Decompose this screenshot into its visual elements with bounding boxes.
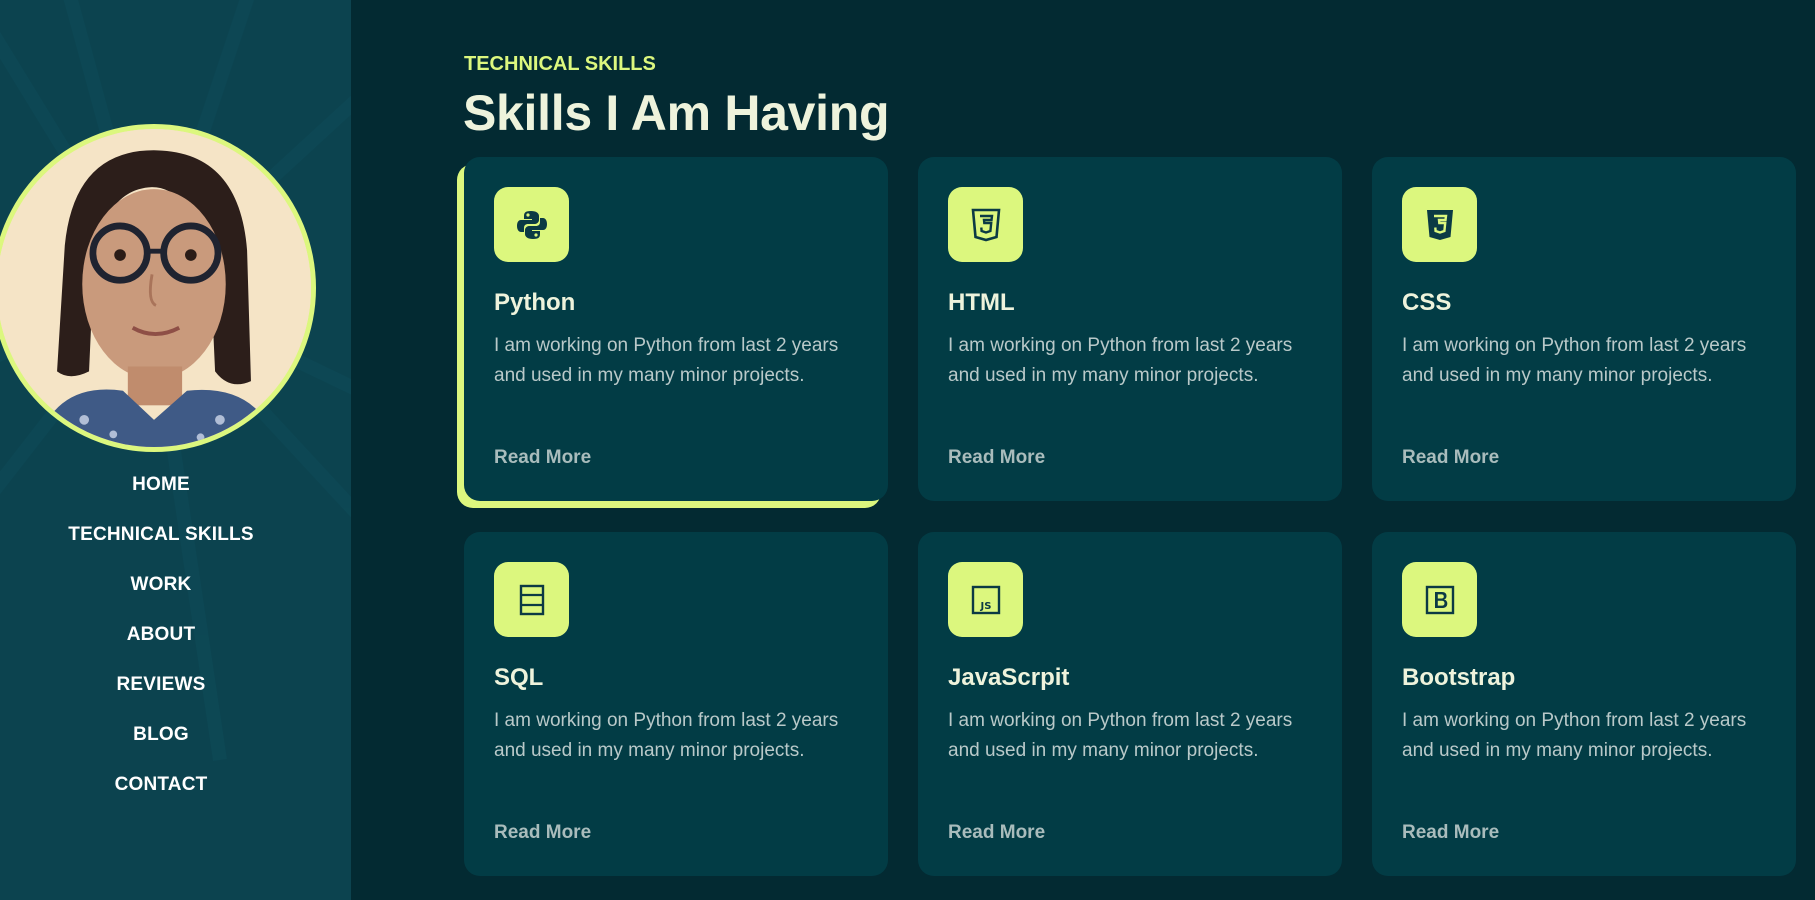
read-more-link[interactable]: Read More xyxy=(494,822,591,844)
javascript-icon: JS xyxy=(948,562,1023,637)
skill-card-title: JavaScrpit xyxy=(948,664,1070,691)
read-more-link[interactable]: Read More xyxy=(1402,447,1499,469)
skill-card-html[interactable]: HTML I am working on Python from last 2 … xyxy=(918,157,1342,501)
read-more-link[interactable]: Read More xyxy=(494,447,591,469)
section-eyebrow: TECHNICAL SKILLS xyxy=(464,53,656,75)
skill-card-sql[interactable]: SQL I am working on Python from last 2 y… xyxy=(464,532,888,876)
database-icon xyxy=(494,562,569,637)
nav-reviews[interactable]: REVIEWS xyxy=(0,662,322,712)
skill-card-css[interactable]: CSS I am working on Python from last 2 y… xyxy=(1372,157,1796,501)
skill-card-python[interactable]: Python I am working on Python from last … xyxy=(464,157,888,501)
html5-icon xyxy=(948,187,1023,262)
skill-card-title: HTML xyxy=(948,289,1015,316)
skill-card-description: I am working on Python from last 2 years… xyxy=(948,335,1293,386)
skill-card-description: I am working on Python from last 2 years… xyxy=(948,710,1293,761)
skill-card-title: Bootstrap xyxy=(1402,664,1516,691)
portfolio-page: HOME TECHNICAL SKILLS WORK ABOUT REVIEWS… xyxy=(0,0,1815,900)
python-icon xyxy=(494,187,569,262)
css3-icon xyxy=(1402,187,1477,262)
read-more-link[interactable]: Read More xyxy=(1402,822,1499,844)
bootstrap-icon xyxy=(1402,562,1477,637)
skill-card-title: Python xyxy=(494,289,576,316)
nav-about[interactable]: ABOUT xyxy=(0,612,322,662)
skill-card-title: CSS xyxy=(1402,289,1452,316)
skill-card-description: I am working on Python from last 2 years… xyxy=(494,335,839,386)
nav-blog[interactable]: BLOG xyxy=(0,712,322,762)
main-navigation: HOME TECHNICAL SKILLS WORK ABOUT REVIEWS… xyxy=(0,462,322,812)
nav-contact[interactable]: CONTACT xyxy=(0,762,322,812)
nav-technical-skills[interactable]: TECHNICAL SKILLS xyxy=(0,512,322,562)
read-more-link[interactable]: Read More xyxy=(948,447,1045,469)
skill-card-javascript[interactable]: JS JavaScrpit I am working on Python fro… xyxy=(918,532,1342,876)
svg-text:JS: JS xyxy=(979,601,991,612)
nav-work[interactable]: WORK xyxy=(0,562,322,612)
skill-card-description: I am working on Python from last 2 years… xyxy=(1402,710,1747,761)
skill-card-description: I am working on Python from last 2 years… xyxy=(494,710,839,761)
section-title: Skills I Am Having xyxy=(463,85,890,141)
sidebar: HOME TECHNICAL SKILLS WORK ABOUT REVIEWS… xyxy=(0,0,351,900)
skills-section: TECHNICAL SKILLS Skills I Am Having Pyth… xyxy=(351,0,1815,900)
nav-home[interactable]: HOME xyxy=(0,462,322,512)
skill-card-description: I am working on Python from last 2 years… xyxy=(1402,335,1747,386)
read-more-link[interactable]: Read More xyxy=(948,822,1045,844)
skill-card-bootstrap[interactable]: Bootstrap I am working on Python from la… xyxy=(1372,532,1796,876)
skill-card-title: SQL xyxy=(494,664,544,691)
profile-avatar xyxy=(0,124,316,452)
